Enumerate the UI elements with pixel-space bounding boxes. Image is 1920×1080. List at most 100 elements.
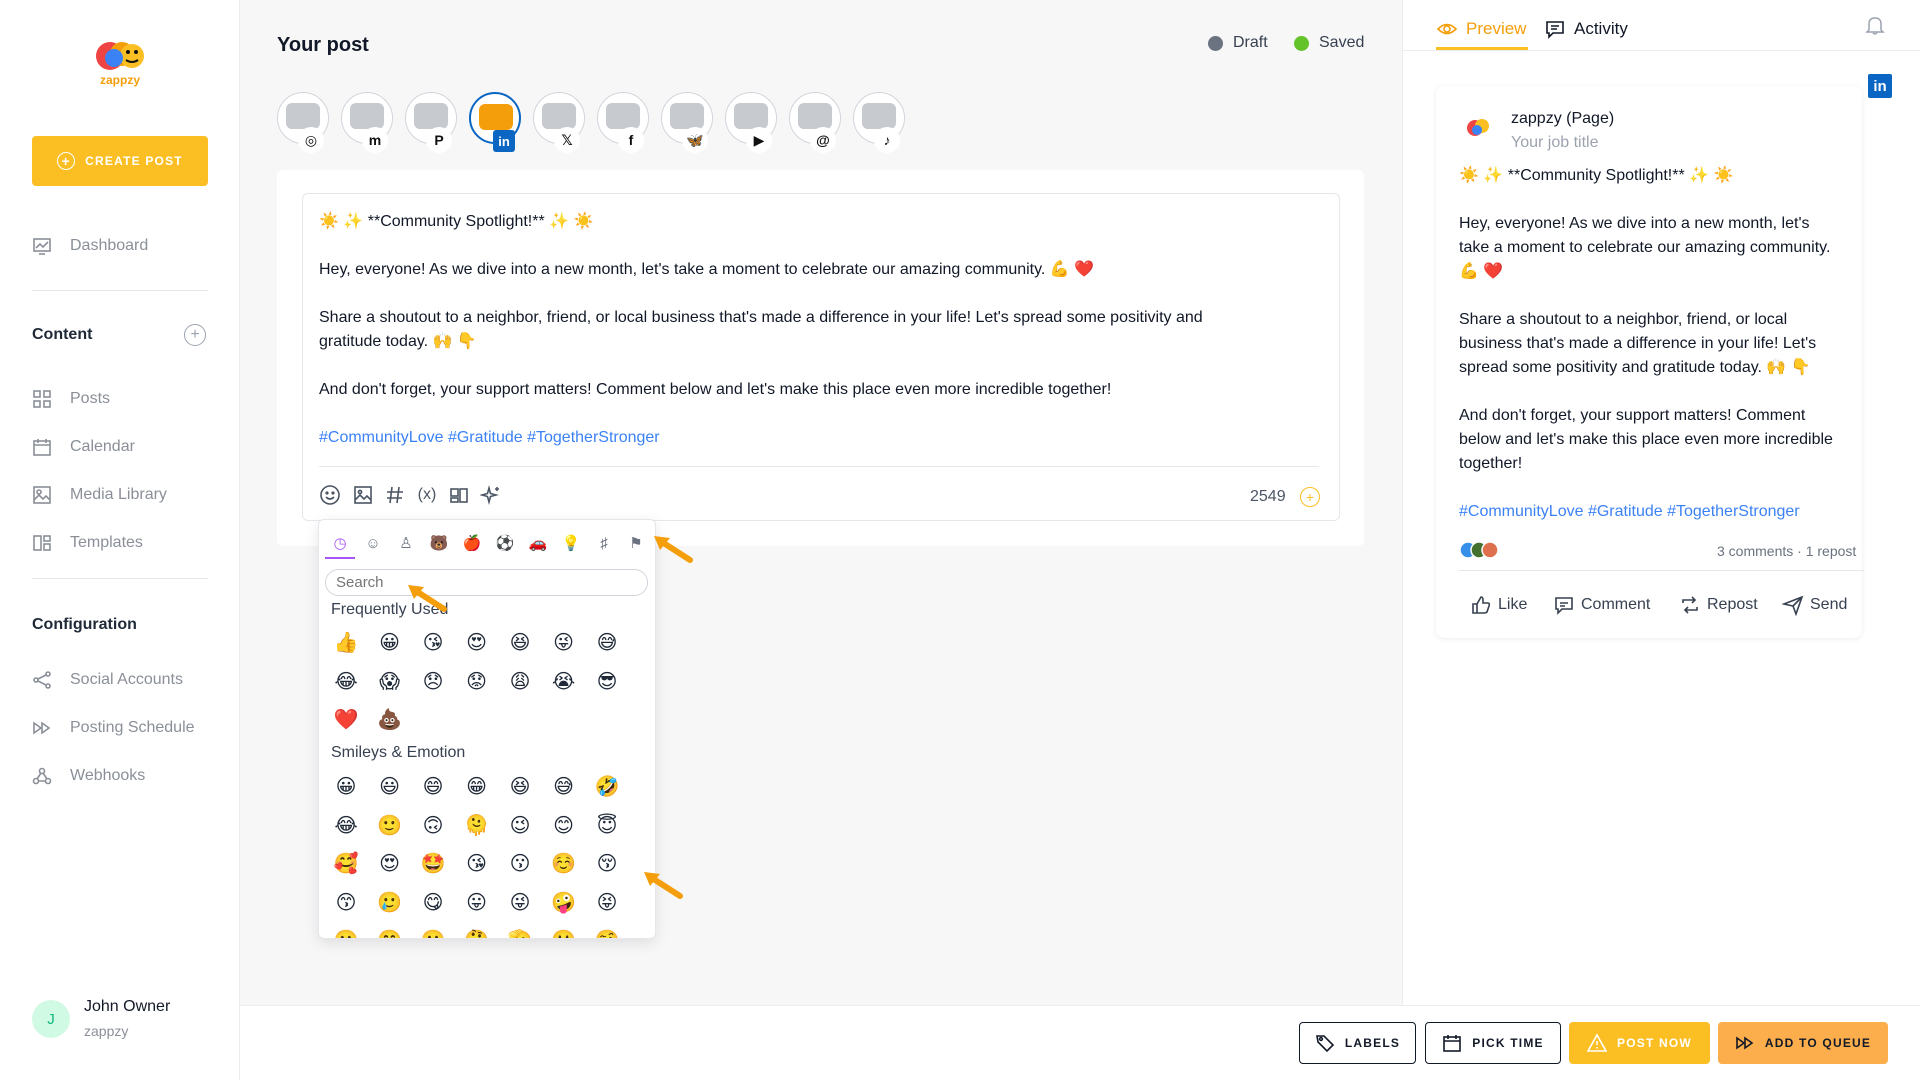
emoji-cell[interactable]: 😆 — [505, 772, 535, 802]
emoji-cell[interactable]: 😙 — [331, 888, 361, 918]
flags-category-icon[interactable]: ⚑ — [625, 532, 647, 554]
emoji-cell[interactable]: 😩 — [505, 667, 535, 697]
emoji-cell[interactable]: 😋 — [418, 888, 448, 918]
food-category-icon[interactable]: 🍎 — [461, 532, 483, 554]
hashtag-button[interactable] — [384, 484, 406, 506]
emoji-cell[interactable]: 🤐 — [549, 926, 579, 938]
emoji-search-input[interactable] — [325, 569, 648, 596]
user-avatar[interactable]: J — [32, 1000, 70, 1038]
emoji-button[interactable] — [319, 484, 341, 506]
account-tiktok[interactable]: ♪ — [853, 92, 905, 153]
sidebar-item-posts[interactable]: Posts — [32, 385, 212, 413]
emoji-cell[interactable]: 😅 — [549, 772, 579, 802]
emoji-cell[interactable]: 😞 — [418, 667, 448, 697]
sidebar-item-media-library[interactable]: Media Library — [32, 481, 212, 509]
emoji-cell[interactable]: 😚 — [592, 849, 622, 879]
comment-button[interactable]: Comment — [1553, 594, 1650, 616]
emoji-cell[interactable]: 😝 — [592, 888, 622, 918]
account-facebook[interactable]: f — [597, 92, 649, 153]
add-button[interactable]: + — [1300, 487, 1320, 507]
emoji-cell[interactable]: 😭 — [549, 667, 579, 697]
emoji-cell[interactable]: 😊 — [549, 811, 579, 841]
account-x[interactable]: 𝕏 — [533, 92, 585, 153]
emoji-cell[interactable]: 🤩 — [418, 849, 448, 879]
emoji-cell[interactable]: 😱 — [375, 667, 405, 697]
emoji-cell[interactable]: 😂 — [331, 667, 361, 697]
emoji-cell[interactable]: 🥲 — [375, 888, 405, 918]
emoji-cell[interactable]: 😜 — [549, 628, 579, 658]
labels-button[interactable]: LABELS — [1299, 1022, 1416, 1064]
emoji-cell[interactable]: 🫢 — [331, 926, 361, 938]
emoji-cell[interactable]: 😎 — [592, 667, 622, 697]
media-button[interactable] — [352, 484, 374, 506]
emoji-cell[interactable]: 😂 — [331, 811, 361, 841]
bell-icon[interactable] — [1864, 14, 1886, 36]
template-button[interactable] — [448, 484, 470, 506]
emoji-cell[interactable]: 🤪 — [549, 888, 579, 918]
account-youtube[interactable]: ▶ — [725, 92, 777, 153]
sidebar-item-webhooks[interactable]: Webhooks — [32, 762, 212, 790]
emoji-cell[interactable]: 🤣 — [592, 772, 622, 802]
emoji-cell[interactable]: 😘 — [418, 628, 448, 658]
post-editor[interactable] — [302, 193, 1340, 521]
emoji-cell[interactable]: 😘 — [462, 849, 492, 879]
zappzy-logo[interactable]: zappzy — [84, 34, 156, 90]
create-post-button[interactable]: + CREATE POST — [32, 136, 208, 186]
emoji-cell[interactable]: 😇 — [592, 811, 622, 841]
variable-button[interactable]: (x) — [416, 484, 438, 506]
like-button[interactable]: Like — [1470, 594, 1527, 616]
account-bluesky[interactable]: 🦋 — [661, 92, 713, 153]
emoji-cell[interactable]: ☺️ — [549, 849, 579, 879]
emoji-cell[interactable]: 😍 — [375, 849, 405, 879]
emoji-cell[interactable]: 😗 — [505, 849, 535, 879]
sidebar-item-posting-schedule[interactable]: Posting Schedule — [32, 714, 212, 742]
sidebar-item-templates[interactable]: Templates — [32, 529, 212, 557]
add-content-button[interactable]: + — [184, 324, 206, 346]
emoji-picker[interactable]: ◷ ☺ ♙ 🐻 🍎 ⚽ 🚗 💡 ♯ ⚑ Frequently Used 👍😀😘😍… — [318, 519, 656, 939]
account-linkedin[interactable]: in — [469, 92, 521, 152]
emoji-cell[interactable]: 🤨 — [592, 926, 622, 938]
account-instagram[interactable]: ◎ — [277, 92, 329, 153]
travel-category-icon[interactable]: 🚗 — [527, 532, 549, 554]
account-threads[interactable]: @ — [789, 92, 841, 153]
emoji-cell[interactable]: 😟 — [462, 667, 492, 697]
clock-icon[interactable]: ◷ — [329, 532, 351, 554]
emoji-cell[interactable]: 😄 — [418, 772, 448, 802]
post-now-button[interactable]: POST NOW — [1569, 1022, 1710, 1064]
people-category-icon[interactable]: ♙ — [395, 532, 417, 554]
emoji-cell[interactable]: 😆 — [505, 628, 535, 658]
emoji-cell[interactable]: 🤭 — [375, 926, 405, 938]
sidebar-item-calendar[interactable]: Calendar — [32, 433, 212, 461]
account-pinterest[interactable]: P — [405, 92, 457, 153]
smileys-category-icon[interactable]: ☺ — [362, 532, 384, 554]
repost-button[interactable]: Repost — [1679, 594, 1758, 616]
emoji-cell[interactable]: 🙂 — [375, 811, 405, 841]
emoji-cell[interactable]: 😍 — [462, 628, 492, 658]
emoji-cell[interactable]: 🙃 — [418, 811, 448, 841]
emoji-cell[interactable]: ❤️ — [331, 705, 361, 735]
account-mastodon[interactable]: m — [341, 92, 393, 153]
add-to-queue-button[interactable]: ADD TO QUEUE — [1718, 1022, 1888, 1064]
tab-activity[interactable]: Activity — [1544, 18, 1628, 40]
send-button[interactable]: Send — [1782, 594, 1847, 616]
sidebar-item-dashboard[interactable]: Dashboard — [32, 232, 212, 260]
symbols-category-icon[interactable]: ♯ — [593, 532, 615, 554]
emoji-cell[interactable]: 😜 — [505, 888, 535, 918]
animals-category-icon[interactable]: 🐻 — [428, 532, 450, 554]
emoji-cell[interactable]: 😁 — [462, 772, 492, 802]
emoji-cell[interactable]: 🫡 — [505, 926, 535, 938]
emoji-cell[interactable]: 🫠 — [462, 811, 492, 841]
tab-preview[interactable]: Preview — [1436, 18, 1526, 40]
emoji-cell[interactable]: 😃 — [375, 772, 405, 802]
emoji-cell[interactable]: 🥰 — [331, 849, 361, 879]
emoji-cell[interactable]: 💩 — [375, 705, 405, 735]
emoji-cell[interactable]: 😉 — [505, 811, 535, 841]
emoji-cell[interactable]: 👍 — [331, 628, 361, 658]
emoji-cell[interactable]: 😅 — [592, 628, 622, 658]
emoji-cell[interactable]: 🤔 — [462, 926, 492, 938]
emoji-cell[interactable]: 😛 — [462, 888, 492, 918]
activity-category-icon[interactable]: ⚽ — [494, 532, 516, 554]
objects-category-icon[interactable]: 💡 — [560, 532, 582, 554]
emoji-cell[interactable]: 😀 — [331, 772, 361, 802]
pick-time-button[interactable]: PICK TIME — [1425, 1022, 1561, 1064]
